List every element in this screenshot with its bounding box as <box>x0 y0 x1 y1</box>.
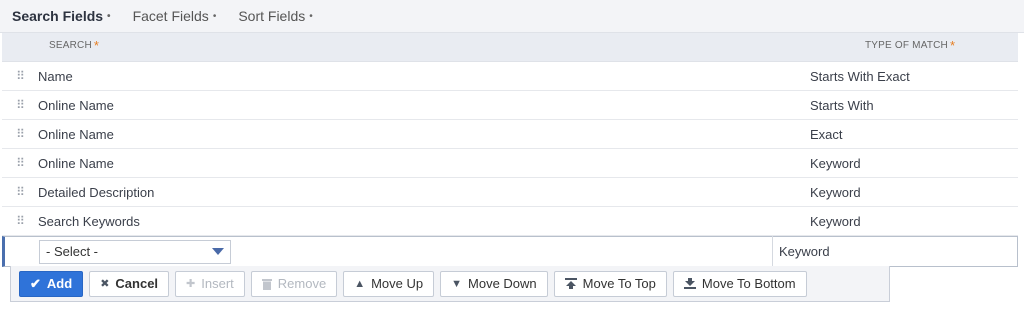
grid-header: SEARCH * TYPE OF MATCH * <box>2 33 1018 62</box>
required-marker: * <box>949 37 956 53</box>
search-field-select[interactable]: - Select - <box>39 239 231 264</box>
drag-handle-icon[interactable]: ⠿ <box>2 127 38 141</box>
cell-search: Name <box>38 68 73 84</box>
drag-handle-icon[interactable]: ⠿ <box>2 185 38 199</box>
drag-handle-icon[interactable]: ⠿ <box>2 98 38 112</box>
move-to-top-icon <box>564 278 577 289</box>
remove-label: Remove <box>277 276 327 291</box>
cell-type-of-match: Keyword <box>810 155 861 171</box>
move-down-label: Move Down <box>468 276 537 291</box>
subtab-bar: Search Fields • Facet Fields • Sort Fiel… <box>0 0 1024 33</box>
move-up-button[interactable]: ▲ Move Up <box>343 270 435 297</box>
drag-handle-icon[interactable]: ⠿ <box>2 156 38 170</box>
drag-handle-icon[interactable]: ⠿ <box>2 214 38 228</box>
move-to-top-label: Move To Top <box>582 276 656 291</box>
type-of-match-field[interactable]: Keyword <box>773 244 830 259</box>
drag-handle-icon[interactable]: ⠿ <box>2 69 38 83</box>
tab-dot: • <box>107 10 111 22</box>
cell-type-of-match: Keyword <box>810 184 861 200</box>
cell-type-of-match: Starts With <box>810 97 874 113</box>
move-to-bottom-icon <box>683 278 696 289</box>
move-to-bottom-label: Move To Bottom <box>701 276 796 291</box>
column-header-type-of-match[interactable]: TYPE OF MATCH * <box>855 37 1018 55</box>
column-header-search[interactable]: SEARCH * <box>2 37 855 55</box>
tab-label: Search Fields <box>12 8 104 24</box>
table-row[interactable]: ⠿ Detailed Description Keyword <box>2 178 1018 207</box>
tab-sort-fields[interactable]: Sort Fields • <box>226 8 322 24</box>
plus-icon: ✚ <box>186 278 196 290</box>
tab-facet-fields[interactable]: Facet Fields • <box>121 8 227 24</box>
cell-search: Detailed Description <box>38 184 155 200</box>
move-to-top-button[interactable]: Move To Top <box>553 270 667 297</box>
select-value: - Select - <box>46 244 99 259</box>
move-down-button[interactable]: ▼ Move Down <box>440 270 548 297</box>
column-header-label: SEARCH <box>49 39 92 51</box>
required-marker: * <box>93 37 100 53</box>
remove-button[interactable]: Remove <box>250 270 338 297</box>
cell-search: Online Name <box>38 126 114 142</box>
tab-dot: • <box>212 10 217 22</box>
cell-search: Online Name <box>38 97 114 113</box>
column-header-label: TYPE OF MATCH <box>865 39 948 51</box>
search-fields-grid: SEARCH * TYPE OF MATCH * ⠿ Name Starts Wit… <box>2 33 1018 267</box>
tab-label: Facet Fields <box>132 8 209 24</box>
cell-search: Search Keywords <box>38 213 140 229</box>
cell-type-of-match: Exact <box>810 126 843 142</box>
row-editor-toolbar: ✔ Add ✖ Cancel ✚ Insert Remove ▲ Move Up… <box>10 266 890 302</box>
table-row[interactable]: ⠿ Online Name Exact <box>2 120 1018 149</box>
move-to-bottom-button[interactable]: Move To Bottom <box>672 270 807 297</box>
cancel-button[interactable]: ✖ Cancel <box>89 270 170 297</box>
chevron-down-icon[interactable] <box>212 248 224 255</box>
table-row[interactable]: ⠿ Online Name Starts With <box>2 91 1018 120</box>
tab-dot: • <box>309 10 313 22</box>
edit-row: - Select - Keyword <box>2 236 1018 267</box>
tab-search-fields[interactable]: Search Fields • <box>0 8 121 24</box>
table-row[interactable]: ⠿ Search Keywords Keyword <box>2 207 1018 236</box>
table-row[interactable]: ⠿ Online Name Keyword <box>2 149 1018 178</box>
insert-button[interactable]: ✚ Insert <box>175 270 245 297</box>
table-row[interactable]: ⠿ Name Starts With Exact <box>2 62 1018 91</box>
move-up-label: Move Up <box>371 276 424 291</box>
close-icon: ✖ <box>100 278 110 290</box>
insert-label: Insert <box>201 276 234 291</box>
cell-type-of-match: Keyword <box>810 213 861 229</box>
add-button[interactable]: ✔ Add <box>19 270 84 297</box>
add-label: Add <box>46 276 73 291</box>
arrow-down-icon: ▼ <box>451 277 463 290</box>
tab-label: Sort Fields <box>238 8 306 24</box>
arrow-up-icon: ▲ <box>354 277 366 290</box>
checkmark-icon: ✔ <box>30 275 41 291</box>
cancel-label: Cancel <box>115 276 159 291</box>
trash-icon <box>261 278 272 290</box>
cell-search: Online Name <box>38 155 114 171</box>
cell-type-of-match: Starts With Exact <box>810 68 910 84</box>
